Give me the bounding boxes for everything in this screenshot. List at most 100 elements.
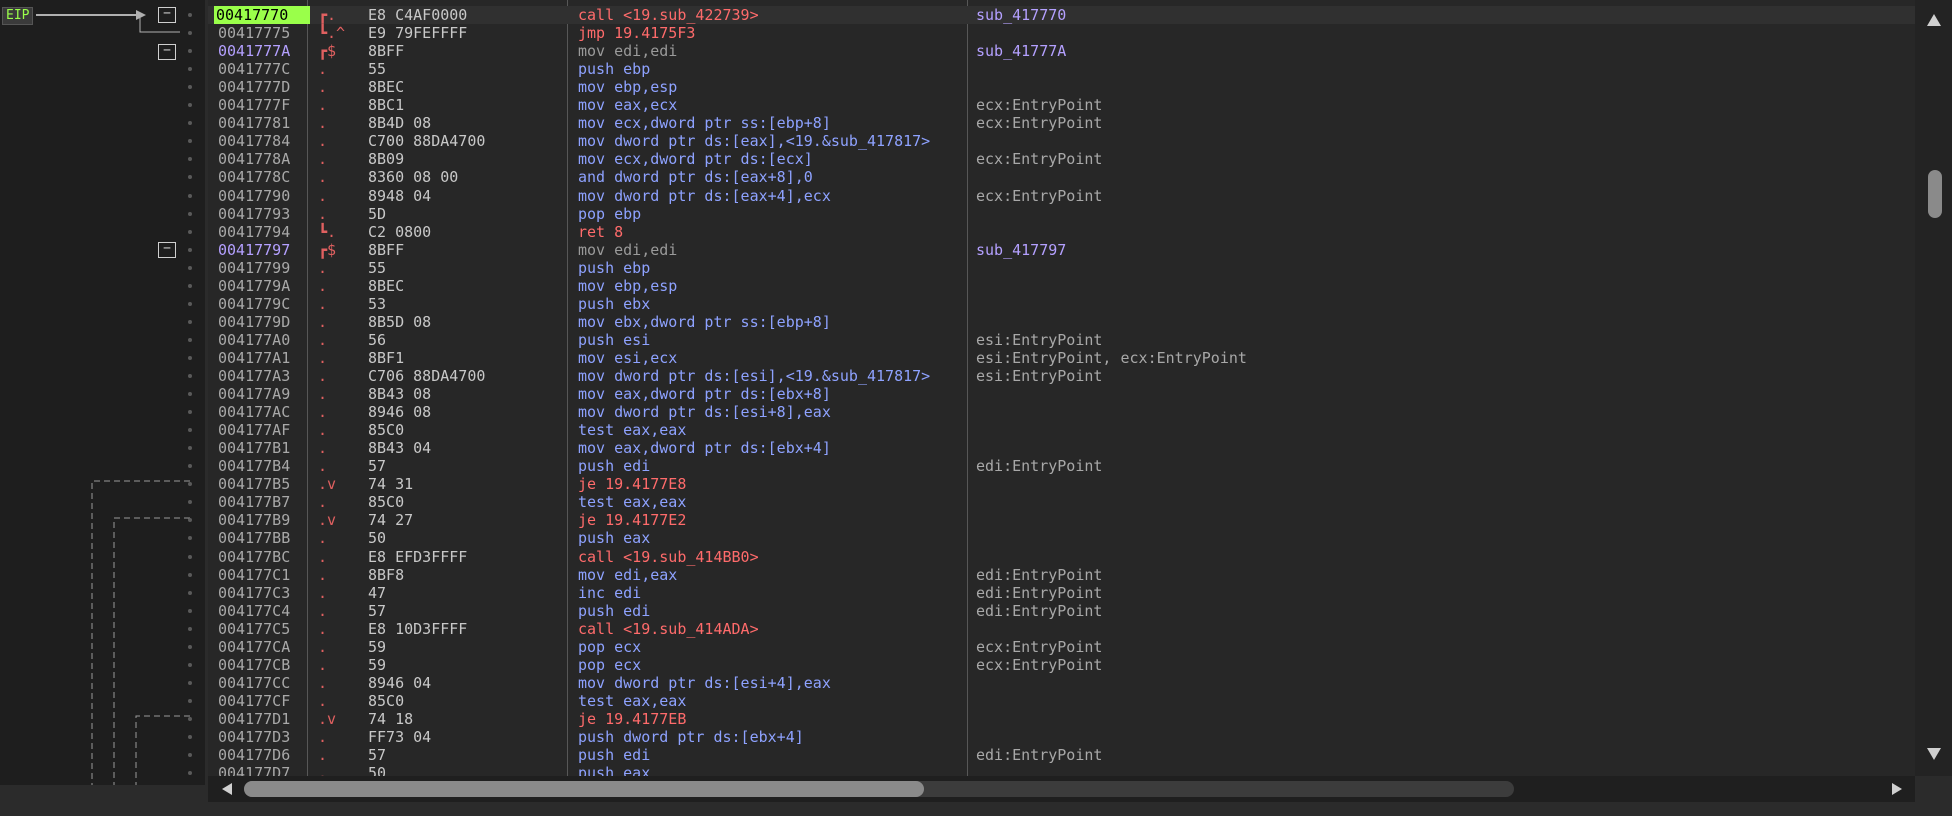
breakpoint-dot[interactable] [188, 590, 192, 595]
instruction-row[interactable]: 00417799. 55 push ebp [208, 259, 1915, 277]
instruction-row[interactable]: 004177D6. 57 push edi edi:EntryPoint [208, 746, 1915, 764]
bytes-cell: 59 [368, 637, 387, 656]
instruction-row[interactable]: 004177C4. 57 push edi edi:EntryPoint [208, 602, 1915, 620]
instruction-row[interactable]: 004177D3. FF73 04 push dword ptr ds:[ebx+4… [208, 728, 1915, 746]
bytes-cell: 85C0 [368, 421, 405, 440]
address-cell: 004177C1 [218, 565, 291, 584]
breakpoint-dot[interactable] [188, 283, 192, 288]
instruction-row[interactable]: 004177A9. 8B43 08 mov eax,dword ptr ds:[eb… [208, 385, 1915, 403]
instruction-row[interactable]: 0041777C. 55 push ebp [208, 60, 1915, 78]
address-cell: 004177CC [218, 673, 291, 692]
instruction-row[interactable]: 004177C1. 8BF8 mov edi,eax edi:EntryPoint [208, 566, 1915, 584]
flow-marker: . [318, 330, 328, 349]
collapse-toggle-sub-417770[interactable]: − [158, 7, 176, 23]
instruction-row[interactable]: 004177D7. 50 push eax [208, 764, 1915, 776]
instruction-row[interactable]: 004177BC. E8 EFD3FFFF call <19.sub_414BB0> [208, 548, 1915, 566]
instruction-row[interactable]: 0041778C. 8360 08 00 and dword ptr ds:[eax… [208, 168, 1915, 186]
instruction-row[interactable]: 0041777A ┏$ 8BFF mov edi,edi sub_41777A [208, 42, 1915, 60]
comment-cell: edi:EntryPoint [976, 746, 1103, 765]
breakpoint-dot[interactable] [188, 247, 192, 252]
instruction-row[interactable]: 00417784. C700 88DA4700 mov dword ptr ds:[… [208, 132, 1915, 150]
bytes-cell: 8BFF [368, 240, 405, 259]
breakpoint-dot[interactable] [188, 374, 192, 378]
instruction-row[interactable]: 0041777F. 8BC1 mov eax,ecx ecx:EntryPoint [208, 96, 1915, 114]
address-cell: 004177B5 [218, 475, 291, 494]
instruction-row[interactable]: 00417770 ┏. E8 C4AF0000 call <19.sub_422739… [208, 6, 1915, 24]
breakpoint-dot[interactable] [188, 319, 192, 324]
breakpoint-dot[interactable] [188, 301, 192, 306]
breakpoint-dot[interactable] [188, 265, 192, 270]
instruction-row[interactable]: 004177CB. 59 pop ecx ecx:EntryPoint [208, 656, 1915, 674]
instruction-row[interactable]: 004177C3. 47 inc edi edi:EntryPoint [208, 584, 1915, 602]
flow-marker: . [318, 312, 328, 331]
collapse-toggle-sub-41777a[interactable]: − [158, 44, 176, 60]
address-cell: 0041777F [218, 96, 291, 115]
instruction-row[interactable]: 00417781. 8B4D 08 mov ecx,dword ptr ss:[eb… [208, 114, 1915, 132]
comment-cell: sub_417770 [976, 6, 1067, 24]
instruction-row[interactable]: 004177CC. 8946 04 mov dword ptr ds:[esi+4]… [208, 674, 1915, 692]
instruction-row[interactable]: 004177B9 .v 74 27 je 19.4177E2 [208, 511, 1915, 529]
instruction-row[interactable]: 00417793. 5D pop ebp [208, 205, 1915, 223]
breakpoint-dot[interactable] [188, 13, 192, 17]
breakpoint-dot[interactable] [188, 680, 192, 685]
breakpoint-dot[interactable] [188, 735, 192, 739]
instruction-row[interactable]: 0041779C. 53 push ebx [208, 295, 1915, 313]
flow-marker: . [318, 294, 328, 313]
disassembly-view[interactable]: 00417770 ┏. E8 C4AF0000 call <19.sub_422739… [208, 0, 1915, 776]
flow-marker: . [318, 421, 328, 440]
address-cell: 004177D7 [218, 764, 291, 776]
instruction-row[interactable]: 0041779D. 8B5D 08 mov ebx,dword ptr ss:[eb… [208, 313, 1915, 331]
bytes-cell: 55 [368, 258, 387, 277]
bytes-cell: 57 [368, 601, 387, 620]
breakpoint-dot[interactable] [188, 698, 192, 703]
breakpoint-dot[interactable] [188, 229, 192, 234]
horizontal-scrollbar[interactable] [208, 776, 1915, 802]
bytes-cell: C2 0800 [368, 222, 432, 241]
flow-marker: . [318, 60, 328, 79]
instruction-row[interactable]: 004177A1. 8BF1 mov esi,ecx esi:EntryPoint, … [208, 349, 1915, 367]
comment-cell: ecx:EntryPoint [976, 96, 1103, 115]
instruction-row[interactable]: 004177C5. E8 10D3FFFF call <19.sub_414ADA> [208, 620, 1915, 638]
instruction-row[interactable]: 004177A0. 56 push esi esi:EntryPoint [208, 331, 1915, 349]
breakpoint-dot[interactable] [188, 626, 192, 631]
instruction-row[interactable]: 004177A3. C706 88DA4700 mov dword ptr ds:[… [208, 367, 1915, 385]
instruction-row[interactable]: 004177AC. 8946 08 mov dword ptr ds:[esi+8]… [208, 403, 1915, 421]
instruction-row[interactable]: 004177BB. 50 push eax [208, 529, 1915, 547]
instruction-row[interactable]: 00417797 ┏$ 8BFF mov edi,edi sub_417797 [208, 241, 1915, 259]
breakpoint-dot[interactable] [188, 662, 192, 667]
breakpoint-dot[interactable] [188, 716, 192, 721]
instruction-row[interactable]: 00417790. 8948 04 mov dword ptr ds:[eax+4]… [208, 187, 1915, 205]
collapse-toggle-sub-417797[interactable]: − [158, 242, 176, 258]
instruction-row[interactable]: 004177D1 .v 74 18 je 19.4177EB [208, 710, 1915, 728]
flow-marker: . [318, 583, 328, 602]
comment-cell [976, 24, 1596, 42]
instruction-row[interactable]: 004177B1. 8B43 04 mov eax,dword ptr ds:[eb… [208, 439, 1915, 457]
comment-cell [976, 132, 1596, 150]
scroll-right-icon [1892, 783, 1902, 795]
breakpoint-dot[interactable] [188, 608, 192, 613]
vertical-scrollbar[interactable] [1915, 0, 1952, 776]
breakpoint-dot[interactable] [188, 644, 192, 649]
address-cell: 004177CF [218, 691, 291, 710]
instruction-row[interactable]: 00417775 ┗.^ E9 79FEFFFF jmp 19.4175F3 [208, 24, 1915, 42]
instruction-row[interactable]: 004177B4. 57 push edi edi:EntryPoint [208, 457, 1915, 475]
instruction-row[interactable]: 0041779A. 8BEC mov ebp,esp [208, 277, 1915, 295]
instruction-row[interactable]: 004177AF. 85C0 test eax,eax [208, 421, 1915, 439]
comment-cell: esi:EntryPoint, ecx:EntryPoint [976, 348, 1247, 367]
breakpoint-dot[interactable] [188, 572, 192, 577]
breakpoint-dot[interactable] [188, 211, 192, 216]
flow-marker: . [318, 204, 328, 223]
breakpoint-dot[interactable] [188, 355, 192, 360]
instruction-row[interactable]: 0041777D. 8BEC mov ebp,esp [208, 78, 1915, 96]
instruction-row[interactable]: 00417794 ┗. C2 0800 ret 8 [208, 223, 1915, 241]
instruction-row[interactable]: 004177CF. 85C0 test eax,eax [208, 692, 1915, 710]
instruction-row[interactable]: 004177B5 .v 74 31 je 19.4177E8 [208, 475, 1915, 493]
breakpoint-dot[interactable] [188, 554, 192, 559]
breakpoint-dot[interactable] [188, 193, 192, 198]
instruction-row[interactable]: 004177B7. 85C0 test eax,eax [208, 493, 1915, 511]
bytes-cell: E8 10D3FFFF [368, 619, 468, 638]
instruction-row[interactable]: 0041778A. 8B09 mov ecx,dword ptr ds:[ecx] e… [208, 150, 1915, 168]
flow-marker: . [318, 114, 328, 133]
breakpoint-dot[interactable] [188, 337, 192, 342]
instruction-row[interactable]: 004177CA. 59 pop ecx ecx:EntryPoint [208, 638, 1915, 656]
